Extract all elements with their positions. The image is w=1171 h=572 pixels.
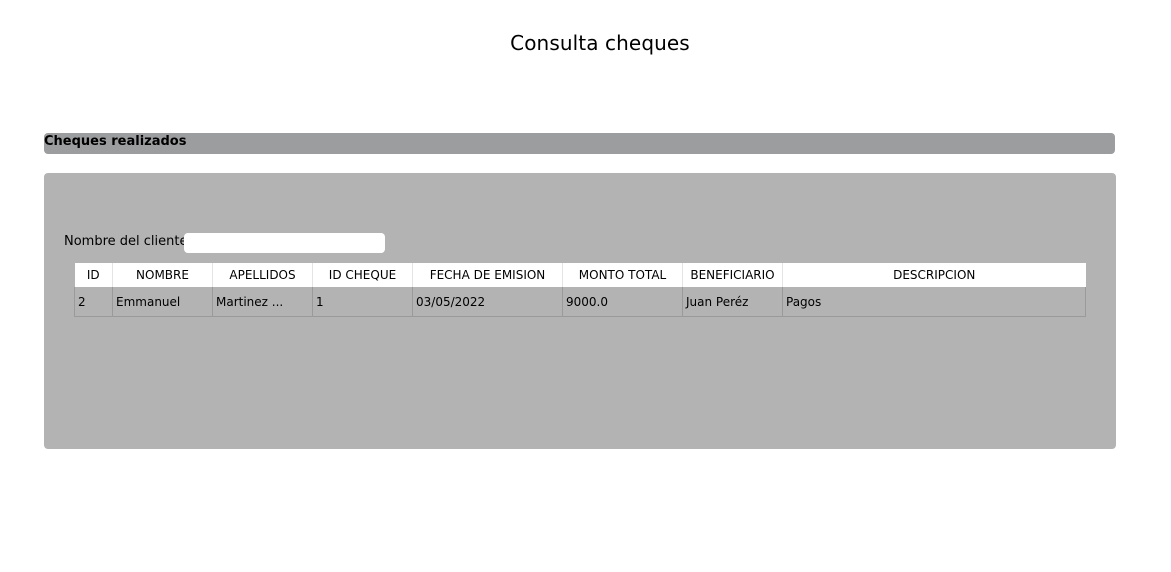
column-header-beneficiario[interactable]: BENEFICIARIO — [682, 263, 783, 287]
cell-monto-total[interactable]: 9000.0 — [562, 287, 683, 317]
cell-fecha-emision[interactable]: 03/05/2022 — [412, 287, 563, 317]
cell-id-cheque[interactable]: 1 — [312, 287, 413, 317]
column-header-nombre[interactable]: NOMBRE — [112, 263, 213, 287]
column-header-apellidos[interactable]: APELLIDOS — [212, 263, 313, 287]
cell-beneficiario[interactable]: Juan Peréz — [682, 287, 783, 317]
column-header-fecha-emision[interactable]: FECHA DE EMISION — [412, 263, 563, 287]
table-row[interactable]: 2 Emmanuel Martinez ... 1 03/05/2022 900… — [74, 287, 1086, 317]
column-header-id-cheque[interactable]: ID CHEQUE — [312, 263, 413, 287]
section-bar-label: Cheques realizados — [44, 134, 187, 149]
column-header-id[interactable]: ID — [74, 263, 113, 287]
cell-descripcion[interactable]: Pagos — [782, 287, 1086, 317]
consulta-cheques-window: Consulta cheques Cheques realizados Nomb… — [0, 0, 1171, 572]
section-bar-cheques-realizados: Cheques realizados — [44, 133, 1115, 154]
cheques-table: ID NOMBRE APELLIDOS ID CHEQUE FECHA DE E… — [74, 263, 1086, 317]
page-title: Consulta cheques — [510, 31, 690, 55]
cell-apellidos[interactable]: Martinez ... — [212, 287, 313, 317]
cheques-panel: Nombre del cliente: ID NOMBRE APELLIDOS … — [44, 173, 1116, 449]
cell-nombre[interactable]: Emmanuel — [112, 287, 213, 317]
table-header-row: ID NOMBRE APELLIDOS ID CHEQUE FECHA DE E… — [74, 263, 1086, 287]
cell-id[interactable]: 2 — [74, 287, 113, 317]
column-header-descripcion[interactable]: DESCRIPCION — [782, 263, 1086, 287]
client-name-input[interactable] — [184, 233, 385, 253]
client-name-label: Nombre del cliente: — [64, 234, 192, 249]
column-header-monto-total[interactable]: MONTO TOTAL — [562, 263, 683, 287]
